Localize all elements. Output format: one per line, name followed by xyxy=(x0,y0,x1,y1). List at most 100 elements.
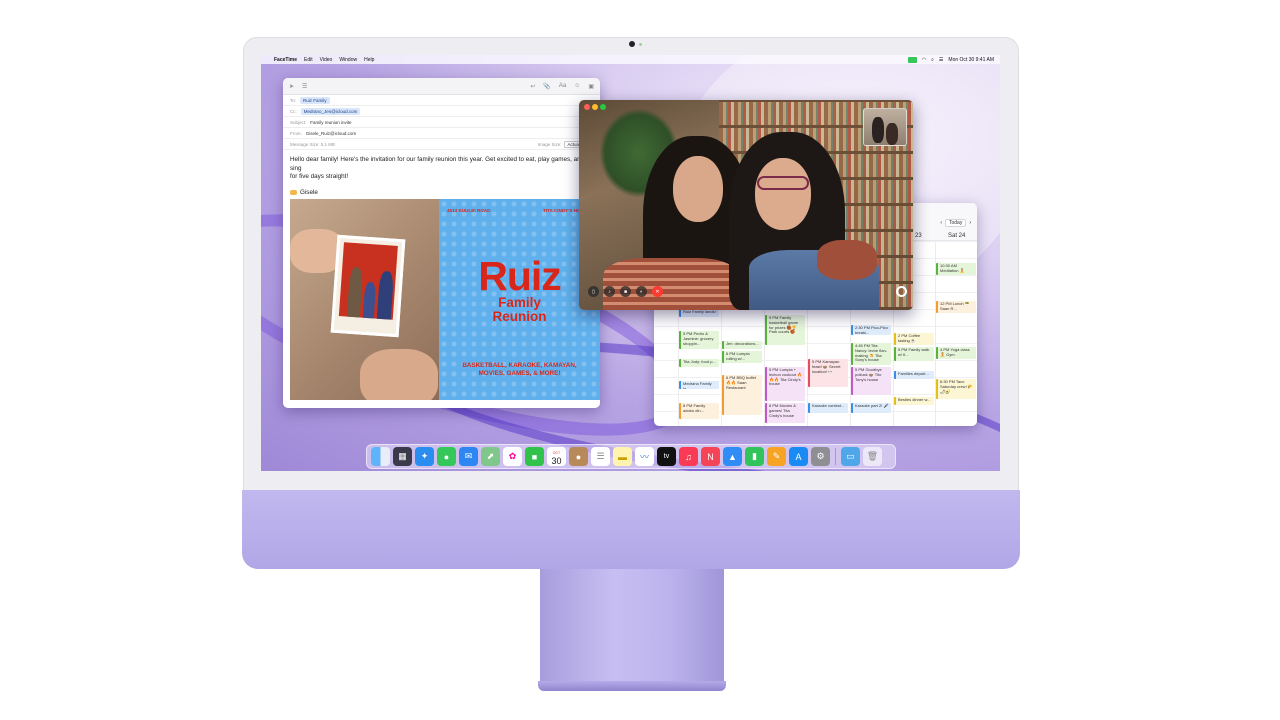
news-icon[interactable]: N xyxy=(701,447,720,466)
calendar-event[interactable]: 2:30 PM Pico-Pico breaki... xyxy=(851,325,891,335)
notes-icon[interactable]: ▬ xyxy=(613,447,632,466)
calendar-event[interactable]: 9 PM Family basketball game for prizes 🏀… xyxy=(765,315,805,345)
search-icon[interactable]: ⌕ xyxy=(931,57,934,63)
emoji-icon[interactable]: ☺ xyxy=(574,83,580,89)
sidebar-icon[interactable]: ▯ xyxy=(588,286,599,297)
trash-icon[interactable]: 🗑 xyxy=(863,447,882,466)
calendar-event[interactable]: Tita Judy: food p... xyxy=(679,359,719,367)
calendar-event[interactable]: 5 PM Goodbye potluck 🍲 Tito Tony's house xyxy=(851,367,891,395)
calendar-event[interactable]: Jen: decorations... xyxy=(722,341,762,349)
next-week-icon[interactable]: › xyxy=(969,220,971,226)
menu-clock[interactable]: Mon Oct 30 9:41 AM xyxy=(948,57,994,63)
wifi-icon[interactable]: ◠ xyxy=(922,57,926,63)
close-window-icon[interactable] xyxy=(584,104,590,110)
prev-week-icon[interactable]: ‹ xyxy=(940,220,942,226)
safari-icon[interactable]: ✦ xyxy=(415,447,434,466)
today-button[interactable]: Today xyxy=(944,219,967,227)
menu-item-help[interactable]: Help xyxy=(364,57,374,63)
facetime-status-icon[interactable] xyxy=(907,56,917,63)
facetime-icon[interactable]: ■ xyxy=(525,447,544,466)
freeform-icon[interactable]: 〰 xyxy=(635,447,654,466)
calendar-event[interactable]: Karaoke contest... xyxy=(808,403,848,413)
subject-value[interactable]: Family reunion invite xyxy=(310,120,351,125)
calendar-event[interactable]: 4 PM Yoga class 🧘 Gym xyxy=(936,347,976,359)
mute-icon[interactable]: ♪ xyxy=(604,286,615,297)
mail-body[interactable]: Hello dear family! Here's the invitation… xyxy=(283,150,600,197)
day-header-23[interactable]: 23 xyxy=(915,233,922,239)
calendar-event[interactable]: 2 PM Coffee tasting ☕ xyxy=(894,333,934,345)
calendar-event[interactable]: 5 PM Lumpia + lechon cookout 🔥🔥🔥 Tita Ci… xyxy=(765,367,805,401)
photo-hand xyxy=(360,349,438,400)
camera-icon[interactable]: ■ xyxy=(620,286,631,297)
invitation-image: 4513 KUULEI ROAD TITA CINDY'S HOUSE Ruiz… xyxy=(290,199,600,400)
calendar-event[interactable]: 6 PM Lumpia rolling w/... xyxy=(722,351,762,363)
calendar-event[interactable]: Karaoke part 2! 🎤 xyxy=(851,403,891,413)
control-center-icon[interactable]: ☰ xyxy=(939,57,943,63)
calendar-event[interactable]: Besties dinner w... xyxy=(894,397,934,405)
menu-app-name[interactable]: FaceTime xyxy=(274,57,297,63)
finder-icon[interactable] xyxy=(371,447,390,466)
menu-item-video[interactable]: Video xyxy=(320,57,333,63)
photos-icon[interactable]: ✿ xyxy=(503,447,522,466)
app-store-icon[interactable]: A xyxy=(789,447,808,466)
display-screen: FaceTime Edit Video Window Help ◠ ⌕ ☰ Mo… xyxy=(261,55,1000,471)
format-icon[interactable]: Aa xyxy=(559,83,566,89)
capture-photo-icon[interactable] xyxy=(896,286,907,297)
contacts-icon[interactable]: ● xyxy=(569,447,588,466)
maps-icon[interactable]: ⬈ xyxy=(481,447,500,466)
calendar-event[interactable]: 4:45 PM Tita Nancy: leche flan-making 🍮 … xyxy=(851,343,891,365)
message-size: Message Size: 5.1 MB xyxy=(290,141,336,147)
numbers-icon[interactable]: ▮ xyxy=(745,447,764,466)
calendar-event[interactable]: 5 PM Kamayan feast! 🍲 Secret location! 👀 xyxy=(808,359,848,387)
poster-subtitle-reunion: Reunion xyxy=(492,309,547,324)
calendar-event[interactable]: 8 PM Movies & games! Tita Cindy's house xyxy=(765,403,805,423)
calendar-event[interactable]: 8 PM Family adobo din... xyxy=(679,403,719,419)
calendar-event[interactable]: Families depart... xyxy=(894,371,934,379)
calendar-event[interactable]: 12 PM Lunch 🥗 Saan R... xyxy=(936,301,976,313)
music-icon[interactable]: ♫ xyxy=(679,447,698,466)
menu-item-edit[interactable]: Edit xyxy=(304,57,313,63)
calendar-event[interactable]: 10:30 AM Meditation 🧘 xyxy=(936,263,976,275)
downloads-folder-icon[interactable]: ▭ xyxy=(841,447,860,466)
fullscreen-window-icon[interactable] xyxy=(600,104,606,110)
calendar-event[interactable]: 6:30 PM Taco Saturday crew! 🌮🌶🥑 xyxy=(936,379,976,399)
day-header-sat-24[interactable]: Sat 24 xyxy=(948,233,965,239)
messages-icon[interactable]: ● xyxy=(437,447,456,466)
menu-item-window[interactable]: Window xyxy=(339,57,357,63)
signature-name: Gisele xyxy=(300,188,318,196)
minimize-window-icon[interactable] xyxy=(592,104,598,110)
reminders-icon[interactable]: ☰ xyxy=(591,447,610,466)
subject-field[interactable]: Subject: Family reunion invite xyxy=(283,117,600,128)
attach-icon[interactable]: 📎 xyxy=(543,83,550,90)
system-settings-icon[interactable]: ⚙ xyxy=(811,447,830,466)
end-call-icon[interactable]: ✕ xyxy=(652,286,663,297)
facetime-window[interactable]: ▯ ♪ ■ ◐ ✕ xyxy=(579,100,913,310)
header-fields-icon[interactable]: ☰ xyxy=(302,83,307,90)
from-value[interactable]: Gisele_Ruiz@icloud.com xyxy=(306,131,356,136)
camera-led xyxy=(639,43,642,46)
mail-icon[interactable]: ✉ xyxy=(459,447,478,466)
calendar-event[interactable]: 5 PM Pedro & Jasmine: grocery shoppin... xyxy=(679,331,719,349)
calendar-event[interactable]: Medrano Family la... xyxy=(679,381,719,389)
photo-browser-icon[interactable]: ▣ xyxy=(588,83,594,90)
launchpad-icon[interactable]: ▦ xyxy=(393,447,412,466)
cc-recipient-token[interactable]: Medrano_Jen@icloud.com xyxy=(300,107,361,115)
calendar-event[interactable]: 6 PM BBQ buffet 🔥🔥 Saan Restaurant xyxy=(722,375,762,415)
image-size-label: Image Size: xyxy=(537,141,562,147)
pages-icon[interactable]: ✎ xyxy=(767,447,786,466)
to-field[interactable]: To: Ruiz Family xyxy=(283,95,600,106)
reply-icon[interactable]: ↩ xyxy=(530,83,535,90)
apple-tv-icon[interactable]: tv xyxy=(657,447,676,466)
menu-bar: FaceTime Edit Video Window Help ◠ ⌕ ☰ Mo… xyxy=(261,55,1000,64)
keynote-icon[interactable]: ▲ xyxy=(723,447,742,466)
effects-icon[interactable]: ◐ xyxy=(636,286,647,297)
to-recipient-token[interactable]: Ruiz Family xyxy=(300,96,330,104)
calendar-event[interactable]: Ruiz Family lands! xyxy=(679,309,719,317)
caller-face xyxy=(673,156,723,222)
calendar-event[interactable]: 5 PM Family walk w/ fi... xyxy=(894,347,934,361)
send-icon[interactable]: ➤ xyxy=(289,83,294,90)
self-view-thumbnail[interactable] xyxy=(863,108,907,146)
calendar-icon[interactable]: OCT 30 xyxy=(547,447,566,466)
cc-field[interactable]: Cc: Medrano_Jen@icloud.com xyxy=(283,106,600,117)
from-field[interactable]: From: Gisele_Ruiz@icloud.com xyxy=(283,128,600,139)
